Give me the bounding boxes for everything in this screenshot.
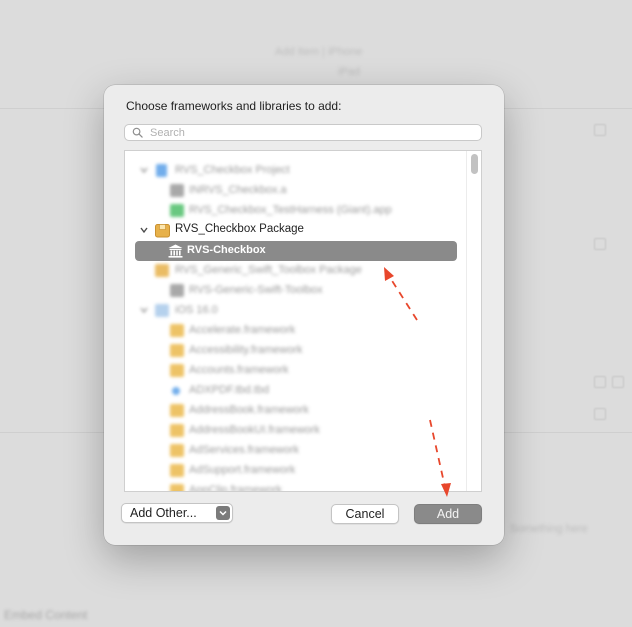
framework-list[interactable]: RVS_Checkbox Project INRVS_Checkbox.a RV…: [124, 150, 482, 492]
project-icon: [156, 164, 167, 177]
tbd-icon: [172, 387, 180, 395]
folder-icon: [170, 424, 184, 437]
disclosure-chevron-icon[interactable]: [139, 225, 149, 235]
list-item-label: Accelerate.framework: [189, 324, 296, 336]
app-icon: [170, 204, 184, 217]
search-icon: [132, 127, 143, 138]
folder-icon: [170, 344, 184, 357]
list-item-label: INRVS_Checkbox.a: [189, 184, 287, 196]
list-item-package[interactable]: RVS_Checkbox Package: [125, 221, 467, 241]
list-item-label: AddressBook.framework: [189, 404, 309, 416]
list-item[interactable]: Accelerate.framework: [125, 321, 467, 341]
dialog-title: Choose frameworks and libraries to add:: [126, 99, 342, 113]
background-text: Something here: [510, 523, 588, 535]
list-item[interactable]: INRVS_Checkbox.a: [125, 181, 467, 201]
disclosure-chevron-icon[interactable]: [139, 165, 149, 175]
list-item[interactable]: Accounts.framework: [125, 361, 467, 381]
list-item[interactable]: AdSupport.framework: [125, 461, 467, 481]
list-item-label: RVS-Generic-Swift-Toolbox: [189, 284, 323, 296]
package-icon: [155, 224, 170, 238]
add-button[interactable]: Add: [414, 504, 482, 524]
background-text: iPad: [338, 66, 361, 78]
folder-icon: [170, 464, 184, 477]
list-item-label: RVS_Checkbox Package: [175, 223, 304, 235]
folder-icon: [170, 364, 184, 377]
list-item-label: Accessibility.framework: [189, 344, 303, 356]
list-item-label: Accounts.framework: [189, 364, 289, 376]
folder-icon: [170, 404, 184, 417]
search-input[interactable]: [150, 126, 470, 139]
popup-arrow-icon: [216, 506, 230, 520]
list-item[interactable]: AppClip.framework: [125, 481, 467, 492]
list-item-label: ADXPDF.tbd.tbd: [189, 384, 270, 396]
scrollbar-track[interactable]: [466, 151, 481, 491]
folder-icon: [170, 484, 184, 491]
list-item-label: RVS_Generic_Swift_Toolbox Package: [175, 264, 362, 276]
folder-icon: [170, 444, 184, 457]
sdk-icon: [155, 304, 169, 317]
background-text: Embed Content: [4, 608, 88, 622]
library-building-icon: [168, 244, 183, 258]
list-item-selected[interactable]: RVS-Checkbox: [135, 241, 457, 261]
list-item-label: RVS_Checkbox Project: [175, 164, 290, 176]
scrollbar-thumb[interactable]: [471, 154, 478, 174]
choose-frameworks-dialog: Choose frameworks and libraries to add: …: [104, 85, 504, 545]
background-popup-icon: [594, 124, 606, 136]
list-item[interactable]: AddressBookUI.framework: [125, 421, 467, 441]
library-icon: [170, 184, 184, 197]
add-other-popup-button[interactable]: Add Other...: [121, 503, 233, 523]
background-popup-icon: [594, 376, 606, 388]
list-item-label: AdSupport.framework: [189, 464, 296, 476]
background-popup-icon: [594, 408, 606, 420]
list-item[interactable]: iOS 16.0: [125, 301, 467, 321]
list-item[interactable]: ADXPDF.tbd.tbd: [125, 381, 467, 401]
cancel-button[interactable]: Cancel: [331, 504, 399, 524]
library-icon: [170, 284, 184, 297]
search-field[interactable]: [124, 124, 482, 141]
list-item-label: RVS-Checkbox: [187, 244, 266, 256]
package-icon: [155, 264, 169, 277]
disclosure-chevron-icon[interactable]: [139, 305, 149, 315]
list-item[interactable]: RVS_Generic_Swift_Toolbox Package: [125, 261, 467, 281]
list-item[interactable]: RVS_Checkbox Project: [125, 161, 467, 181]
background-popup-icon: [612, 376, 624, 388]
list-item-label: AddressBookUI.framework: [189, 424, 320, 436]
list-item[interactable]: AdServices.framework: [125, 441, 467, 461]
list-item[interactable]: AddressBook.framework: [125, 401, 467, 421]
list-item[interactable]: Accessibility.framework: [125, 341, 467, 361]
list-item-label: AdServices.framework: [189, 444, 300, 456]
list-item-label: iOS 16.0: [175, 304, 218, 316]
folder-icon: [170, 324, 184, 337]
add-other-label: Add Other...: [130, 506, 197, 520]
background-text: Add Item | iPhone: [275, 46, 363, 58]
list-item[interactable]: RVS_Checkbox_TestHarness (Giant).app: [125, 201, 467, 221]
list-item-label: RVS_Checkbox_TestHarness (Giant).app: [189, 204, 392, 216]
list-item-label: AppClip.framework: [189, 484, 282, 492]
background-popup-icon: [594, 238, 606, 250]
list-item[interactable]: RVS-Generic-Swift-Toolbox: [125, 281, 467, 301]
